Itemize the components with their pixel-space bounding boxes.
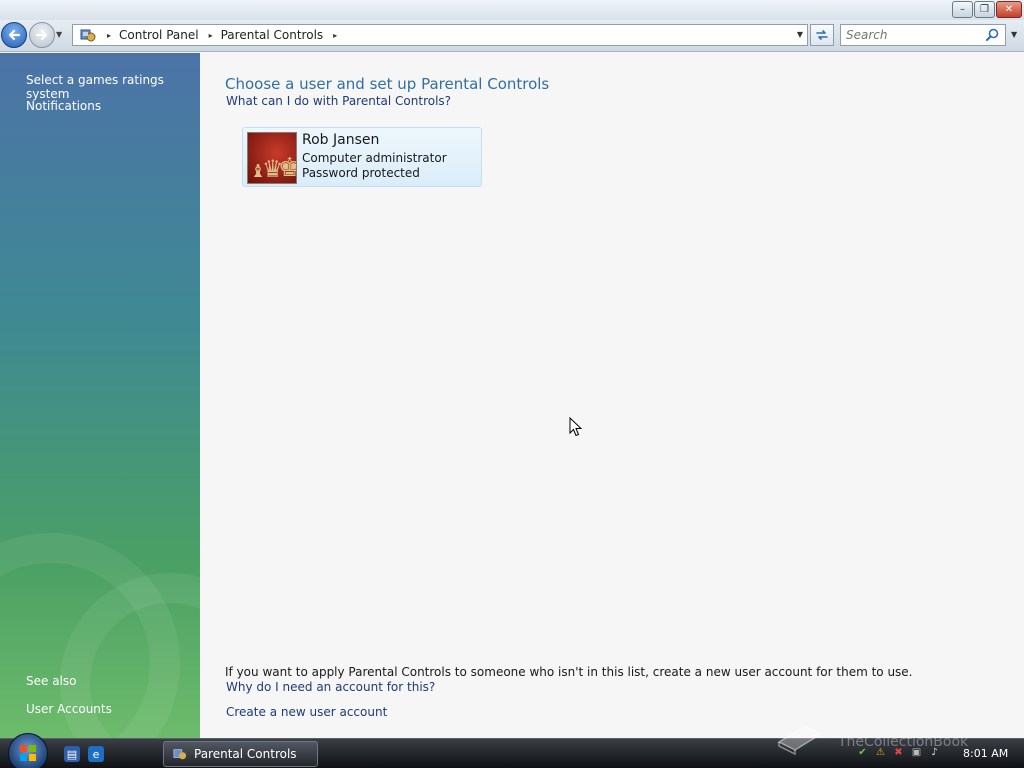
breadcrumb-parental-controls[interactable]: Parental Controls — [221, 28, 324, 42]
watermark-text: TheCollectionBook — [838, 734, 969, 750]
breadcrumb-control-panel[interactable]: Control Panel — [119, 28, 199, 42]
user-role: Computer administrator — [302, 151, 447, 165]
task-pane: Select a games ratings system Notificati… — [0, 53, 200, 738]
user-name: Rob Jansen — [302, 132, 380, 148]
forward-button[interactable] — [29, 22, 55, 48]
close-button[interactable]: ✕ — [996, 1, 1022, 18]
windows-orb-icon — [20, 745, 36, 761]
breadcrumb-separator[interactable]: ▸ — [209, 31, 213, 40]
search-icon[interactable] — [986, 28, 999, 41]
navigation-bar: ▼ ▸ Control Panel ▸ Parental Controls ▸ … — [0, 20, 1024, 52]
refresh-button[interactable] — [810, 24, 834, 46]
show-desktop-icon[interactable]: ▤ — [64, 746, 80, 762]
parental-controls-help-link[interactable]: What can I do with Parental Controls? — [226, 94, 451, 108]
minimize-button[interactable]: – — [952, 1, 973, 18]
start-button[interactable] — [8, 733, 48, 768]
see-also-heading: See also — [26, 674, 77, 688]
recent-pages-dropdown[interactable]: ▼ — [56, 30, 62, 39]
taskbar-window-label: Parental Controls — [194, 747, 297, 761]
window-controls: – ❐ ✕ — [952, 1, 1022, 18]
back-button[interactable] — [1, 22, 27, 48]
maximize-button[interactable]: ❐ — [974, 1, 995, 18]
back-arrow-icon — [8, 29, 21, 41]
breadcrumb-separator[interactable]: ▸ — [333, 31, 337, 40]
why-account-link[interactable]: Why do I need an account for this? — [226, 680, 435, 694]
control-panel-icon — [79, 27, 97, 43]
refresh-icon — [816, 30, 828, 40]
content-area: Choose a user and set up Parental Contro… — [200, 53, 1024, 738]
title-bar: – ❐ ✕ — [0, 0, 1024, 20]
internet-explorer-icon[interactable]: e — [88, 746, 104, 762]
breadcrumb-separator[interactable]: ▸ — [107, 31, 111, 40]
user-status: Password protected — [302, 166, 420, 180]
search-box[interactable] — [840, 24, 1006, 46]
control-panel-icon — [172, 747, 188, 761]
search-input[interactable] — [846, 28, 976, 42]
create-account-link[interactable]: Create a new user account — [226, 705, 387, 719]
address-dropdown-arrow[interactable]: ▼ — [797, 30, 803, 39]
mouse-pointer-icon — [569, 417, 583, 437]
info-text: If you want to apply Parental Controls t… — [225, 665, 913, 679]
book-watermark-logo — [777, 725, 823, 756]
taskbar-window-button[interactable]: Parental Controls — [163, 741, 318, 767]
user-tile[interactable]: ♝ ♛ ♚ Rob Jansen Computer administrator … — [242, 127, 482, 187]
clock[interactable]: 8:01 AM — [963, 747, 1008, 760]
user-accounts-link[interactable]: User Accounts — [26, 702, 112, 716]
forward-arrow-icon — [35, 29, 48, 41]
address-bar[interactable]: ▸ Control Panel ▸ Parental Controls ▸ ▼ — [72, 24, 808, 46]
page-title: Choose a user and set up Parental Contro… — [225, 75, 550, 93]
search-options-dropdown[interactable]: ▼ — [1011, 30, 1017, 39]
avatar: ♝ ♛ ♚ — [247, 132, 297, 184]
chess-piece-icon: ♚ — [278, 155, 296, 181]
notifications-link[interactable]: Notifications — [26, 99, 101, 113]
games-ratings-link[interactable]: Select a games ratings system — [26, 73, 200, 101]
